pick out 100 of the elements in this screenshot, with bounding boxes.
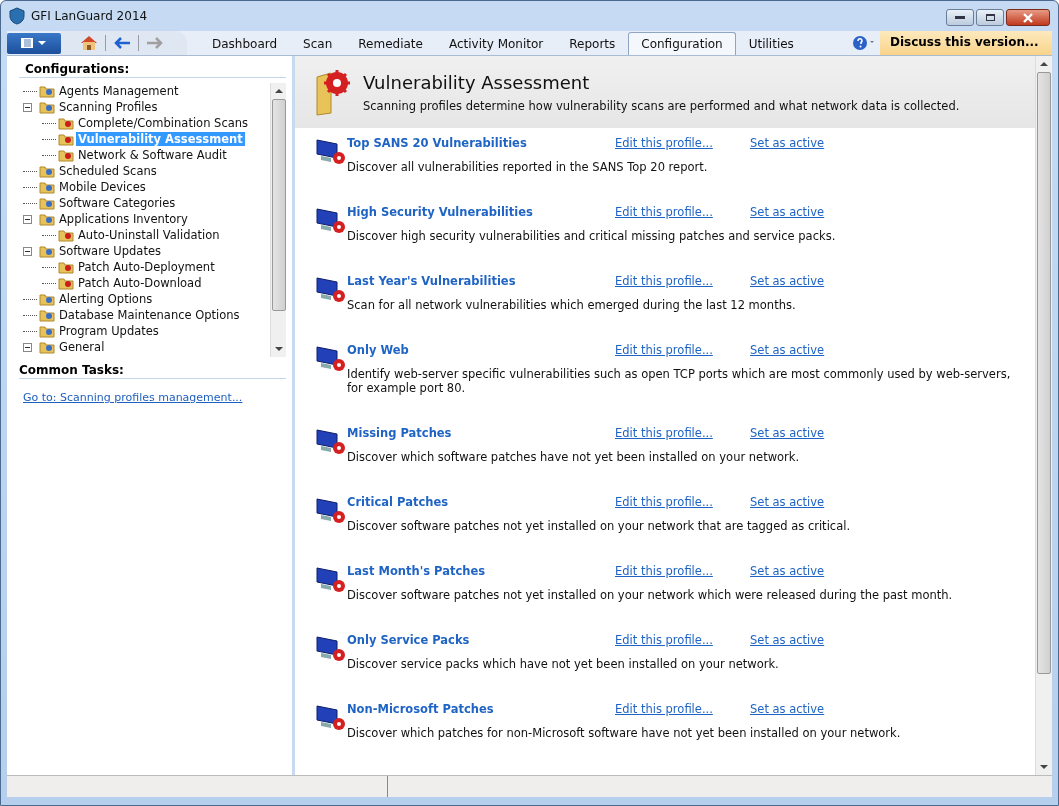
set-active-link[interactable]: Set as active bbox=[750, 426, 825, 440]
edit-profile-link[interactable]: Edit this profile... bbox=[615, 702, 750, 716]
back-arrow-icon[interactable] bbox=[112, 35, 132, 51]
scrollbar[interactable] bbox=[1035, 56, 1052, 775]
folder-icon bbox=[39, 291, 55, 307]
tree-item[interactable]: Auto-Uninstall Validation bbox=[76, 228, 222, 242]
profile-description: Discover software patches not yet installed on your network which were released during the past month. bbox=[346, 588, 954, 602]
edit-profile-link[interactable]: Edit this profile... bbox=[615, 136, 750, 150]
monitor-gear-icon bbox=[315, 343, 347, 373]
edit-profile-link[interactable]: Edit this profile... bbox=[615, 495, 750, 509]
tree-item[interactable]: Database Maintenance Options bbox=[57, 308, 242, 322]
tab[interactable]: Remediate bbox=[345, 32, 436, 55]
tree-item[interactable]: General bbox=[57, 340, 107, 354]
profile-name[interactable]: Critical Patches bbox=[347, 495, 615, 509]
tree-item[interactable]: Software Categories bbox=[57, 196, 178, 210]
tree-item[interactable]: Mobile Devices bbox=[57, 180, 148, 194]
menu-button[interactable] bbox=[7, 32, 61, 54]
profile-description: Discover service packs which have not yet been installed on your network. bbox=[346, 657, 780, 671]
profile-name[interactable]: Only Web bbox=[347, 343, 615, 357]
shield-icon bbox=[9, 7, 25, 25]
page-subtitle: Scanning profiles determine how vulnerability scans are performed and what network data is collected. bbox=[363, 98, 960, 113]
tree-item[interactable]: Network & Software Audit bbox=[76, 148, 229, 162]
monitor-gear-icon bbox=[315, 564, 347, 594]
set-active-link[interactable]: Set as active bbox=[750, 274, 825, 288]
monitor-gear-icon bbox=[315, 274, 347, 304]
tree-item[interactable]: Patch Auto-Deployment bbox=[76, 260, 217, 274]
set-active-link[interactable]: Set as active bbox=[750, 564, 825, 578]
tree-item[interactable]: Alerting Options bbox=[57, 292, 155, 306]
tree-item[interactable]: Patch Auto-Download bbox=[76, 276, 204, 290]
edit-profile-link[interactable]: Edit this profile... bbox=[615, 274, 750, 288]
edit-profile-link[interactable]: Edit this profile... bbox=[615, 426, 750, 440]
tab[interactable]: Utilities bbox=[735, 32, 807, 55]
edit-profile-link[interactable]: Edit this profile... bbox=[615, 343, 750, 357]
folder-icon bbox=[39, 179, 55, 195]
section-heading: Common Tasks: bbox=[19, 363, 286, 379]
edit-profile-link[interactable]: Edit this profile... bbox=[615, 564, 750, 578]
profile-description: Discover high security vulnerabilities and critical missing patches and service packs. bbox=[346, 229, 837, 243]
tab[interactable]: Dashboard bbox=[199, 32, 291, 55]
folder-icon bbox=[58, 147, 74, 163]
set-active-link[interactable]: Set as active bbox=[750, 343, 825, 357]
tree-item[interactable]: Scheduled Scans bbox=[57, 164, 159, 178]
folder-icon bbox=[58, 227, 74, 243]
monitor-gear-icon bbox=[315, 205, 347, 235]
edit-profile-link[interactable]: Edit this profile... bbox=[615, 633, 750, 647]
tree-item[interactable]: Agents Management bbox=[57, 84, 181, 98]
profile-description: Discover all vulnerabilities reported in the SANS Top 20 report. bbox=[346, 160, 709, 174]
monitor-gear-icon bbox=[315, 702, 347, 732]
tree-item[interactable]: Applications Inventory bbox=[57, 212, 190, 226]
expander-icon[interactable] bbox=[23, 246, 32, 256]
set-active-link[interactable]: Set as active bbox=[750, 205, 825, 219]
page-title: Vulnerability Assessment bbox=[363, 71, 591, 93]
folder-icon bbox=[39, 83, 55, 99]
expander-icon[interactable] bbox=[23, 102, 32, 112]
folder-icon bbox=[39, 339, 55, 355]
monitor-gear-icon bbox=[315, 495, 347, 525]
set-active-link[interactable]: Set as active bbox=[750, 633, 825, 647]
folder-icon bbox=[39, 307, 55, 323]
maximize-button[interactable] bbox=[976, 9, 1004, 26]
profile-name[interactable]: Only Service Packs bbox=[347, 633, 615, 647]
edit-profile-link[interactable]: Edit this profile... bbox=[615, 205, 750, 219]
scrollbar[interactable] bbox=[270, 83, 286, 357]
expander-icon[interactable] bbox=[23, 214, 32, 224]
minimize-button[interactable] bbox=[946, 9, 974, 26]
set-active-link[interactable]: Set as active bbox=[750, 495, 825, 509]
folder-icon bbox=[39, 163, 55, 179]
folder-icon bbox=[58, 131, 74, 147]
tree-item[interactable]: Program Updates bbox=[57, 324, 161, 338]
discuss-button[interactable]: Discuss this version... bbox=[880, 31, 1052, 55]
folder-icon bbox=[58, 275, 74, 291]
tab[interactable]: Scan bbox=[290, 32, 346, 55]
profile-description: Discover which patches for non-Microsoft software have not yet been installed on your network. bbox=[346, 726, 902, 740]
close-button[interactable] bbox=[1006, 9, 1050, 26]
tree-item[interactable]: Scanning Profiles bbox=[57, 100, 160, 114]
home-icon[interactable] bbox=[79, 34, 99, 52]
tab[interactable]: Configuration bbox=[628, 32, 736, 55]
task-link[interactable]: Go to: Scanning profiles management... bbox=[19, 391, 243, 404]
set-active-link[interactable]: Set as active bbox=[750, 136, 825, 150]
close-icon bbox=[1022, 12, 1034, 23]
profile-description: Discover which software patches have not yet been installed on your network. bbox=[346, 450, 801, 464]
tab[interactable]: Reports bbox=[556, 32, 629, 55]
tab[interactable]: Activity Monitor bbox=[435, 32, 557, 55]
expander-icon[interactable] bbox=[23, 342, 32, 352]
profile-description: Discover software patches not yet installed on your network that are tagged as critical. bbox=[346, 519, 852, 533]
profile-name[interactable]: Non-Microsoft Patches bbox=[347, 702, 615, 716]
folder-icon bbox=[58, 259, 74, 275]
monitor-gear-icon bbox=[315, 136, 347, 166]
help-icon[interactable] bbox=[852, 35, 876, 51]
window-title: GFI LanGuard 2014 bbox=[31, 9, 148, 23]
profile-name[interactable]: Last Year's Vulnerabilities bbox=[347, 274, 615, 288]
set-active-link[interactable]: Set as active bbox=[750, 702, 825, 716]
profile-name[interactable]: High Security Vulnerabilities bbox=[347, 205, 615, 219]
folder-icon bbox=[39, 243, 55, 259]
section-heading: Configurations: bbox=[19, 62, 286, 78]
folder-icon bbox=[39, 99, 55, 115]
folder-icon bbox=[39, 211, 55, 227]
profile-name[interactable]: Top SANS 20 Vulnerabilities bbox=[347, 136, 615, 150]
profile-name[interactable]: Missing Patches bbox=[347, 426, 615, 440]
profile-name[interactable]: Last Month's Patches bbox=[347, 564, 615, 578]
tree-item[interactable]: Complete/Combination Scans bbox=[76, 116, 251, 130]
tree-item[interactable]: Software Updates bbox=[57, 244, 163, 258]
